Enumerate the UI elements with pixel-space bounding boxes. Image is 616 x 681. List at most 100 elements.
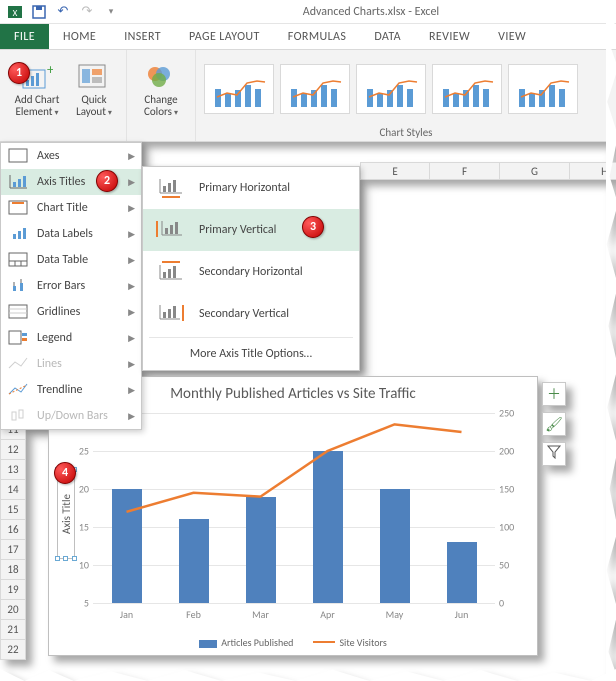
redo-icon[interactable]: ↷ (78, 3, 96, 21)
x-label: Apr (320, 608, 335, 621)
excel-icon: X (6, 3, 24, 21)
menu-item-data-labels[interactable]: Data Labels▶ (1, 221, 141, 247)
legend-swatch-bar (199, 640, 217, 648)
tab-file[interactable]: FILE (0, 24, 49, 49)
chart-style-thumb[interactable] (204, 64, 274, 114)
y-tick: 10 (65, 559, 89, 572)
tab-page-layout[interactable]: PAGE LAYOUT (175, 24, 274, 49)
chart-filters-button[interactable] (542, 442, 566, 466)
x-label: Jan (120, 608, 133, 621)
tab-view[interactable]: VIEW (484, 24, 540, 49)
svg-text:X: X (13, 8, 18, 19)
row-header[interactable]: 17 (0, 540, 26, 560)
tab-data[interactable]: DATA (360, 24, 415, 49)
add-chart-element-label: Add Chart Element (7, 94, 67, 118)
menu-item-legend[interactable]: Legend▶ (1, 325, 141, 351)
menu-item-data-table[interactable]: Data Table▶ (1, 247, 141, 273)
tab-home[interactable]: HOME (49, 24, 110, 49)
y-tick: 25 (65, 445, 89, 458)
error-bars-icon (7, 277, 29, 295)
save-icon[interactable] (30, 3, 48, 21)
change-colors-label: Change Colors (134, 94, 188, 118)
col-header[interactable]: G (500, 162, 570, 180)
qat-customize-icon[interactable]: ▾ (102, 3, 120, 21)
add-chart-element-menu: Axes▶ Axis Titles▶ Chart Title▶ Data Lab… (0, 142, 142, 430)
plus-icon: ＋ (547, 384, 561, 404)
chart-elements-button[interactable]: ＋ (542, 382, 566, 406)
chart-style-thumb[interactable] (280, 64, 350, 114)
legend-icon (7, 329, 29, 347)
row-header[interactable]: 16 (0, 520, 26, 540)
column-headers: E F G H (360, 162, 616, 180)
ribbon: + Add Chart Element Quick Layout Change … (0, 50, 616, 142)
group-change-colors: Change Colors (127, 50, 196, 141)
menu-item-error-bars[interactable]: Error Bars▶ (1, 273, 141, 299)
chart-style-thumb[interactable] (508, 64, 578, 114)
y-tick: 5 (65, 597, 89, 610)
data-labels-icon (7, 225, 29, 243)
plot-area[interactable]: 51015202530050100150200250JanFebMarAprMa… (93, 413, 495, 603)
ribbon-tabs: FILE HOME INSERT PAGE LAYOUT FORMULAS DA… (0, 24, 616, 50)
col-header[interactable]: E (360, 162, 430, 180)
funnel-icon (547, 445, 561, 463)
secondary-horizontal-icon (155, 259, 185, 285)
menu-item-secondary-horizontal[interactable]: Secondary Horizontal (143, 251, 359, 293)
tab-review[interactable]: REVIEW (415, 24, 484, 49)
y-tick: 15 (65, 521, 89, 534)
tab-formulas[interactable]: FORMULAS (274, 24, 361, 49)
chart-style-thumb[interactable] (356, 64, 426, 114)
chevron-right-icon: ▶ (128, 151, 135, 162)
chevron-right-icon: ▶ (128, 177, 135, 188)
menu-item-primary-vertical[interactable]: Primary Vertical (143, 209, 359, 251)
menu-item-primary-horizontal[interactable]: Primary Horizontal (143, 167, 359, 209)
undo-icon[interactable]: ↶ (54, 3, 72, 21)
y-tick: 20 (65, 483, 89, 496)
quick-layout-button[interactable]: Quick Layout (68, 58, 120, 124)
x-label: Mar (252, 608, 269, 621)
row-header[interactable]: 15 (0, 500, 26, 520)
chart-side-buttons: ＋ 🖌 (542, 382, 566, 466)
row-header[interactable]: 13 (0, 460, 26, 480)
menu-item-axis-titles[interactable]: Axis Titles▶ (1, 169, 141, 195)
row-header[interactable]: 19 (0, 580, 26, 600)
callout-badge-1: 1 (8, 62, 30, 84)
chevron-right-icon: ▶ (128, 307, 135, 318)
menu-item-secondary-vertical[interactable]: Secondary Vertical (143, 293, 359, 335)
menu-item-more-axis-title-options[interactable]: More Axis Title Options… (143, 340, 359, 368)
quick-layout-icon (78, 64, 110, 92)
x-label: May (386, 608, 404, 621)
chart-legend[interactable]: Articles Published Site Visitors (49, 636, 537, 649)
group-chart-styles: Chart Styles (196, 50, 616, 141)
y2-tick: 200 (499, 445, 527, 458)
callout-badge-4: 4 (54, 462, 76, 484)
row-header[interactable]: 18 (0, 560, 26, 580)
menu-item-axes[interactable]: Axes▶ (1, 143, 141, 169)
callout-badge-3: 3 (302, 216, 324, 238)
chevron-right-icon: ▶ (128, 385, 135, 396)
row-header[interactable]: 21 (0, 620, 26, 640)
window-title: Advanced Charts.xlsx - Excel (126, 5, 616, 19)
chart-title-icon (7, 199, 29, 217)
resize-handle[interactable] (55, 556, 60, 561)
change-colors-button[interactable]: Change Colors (133, 58, 189, 124)
legend-entry[interactable]: Articles Published (199, 636, 293, 649)
secondary-vertical-icon (155, 301, 185, 327)
row-header[interactable]: 12 (0, 440, 26, 460)
primary-vertical-icon (155, 217, 185, 243)
data-line[interactable] (93, 413, 495, 603)
menu-item-chart-title[interactable]: Chart Title▶ (1, 195, 141, 221)
legend-entry[interactable]: Site Visitors (313, 636, 386, 649)
menu-item-up-down-bars: Up/Down Bars▶ (1, 403, 141, 429)
quick-access-toolbar: X ↶ ↷ ▾ (0, 3, 126, 21)
chart-styles-button[interactable]: 🖌 (542, 412, 566, 436)
chart-style-thumb[interactable] (432, 64, 502, 114)
chevron-right-icon: ▶ (128, 281, 135, 292)
menu-item-trendline[interactable]: Trendline▶ (1, 377, 141, 403)
row-header[interactable]: 20 (0, 600, 26, 620)
tab-insert[interactable]: INSERT (110, 24, 175, 49)
y2-tick: 150 (499, 483, 527, 496)
row-header[interactable]: 22 (0, 640, 26, 660)
col-header[interactable]: F (430, 162, 500, 180)
menu-item-gridlines[interactable]: Gridlines▶ (1, 299, 141, 325)
row-header[interactable]: 14 (0, 480, 26, 500)
